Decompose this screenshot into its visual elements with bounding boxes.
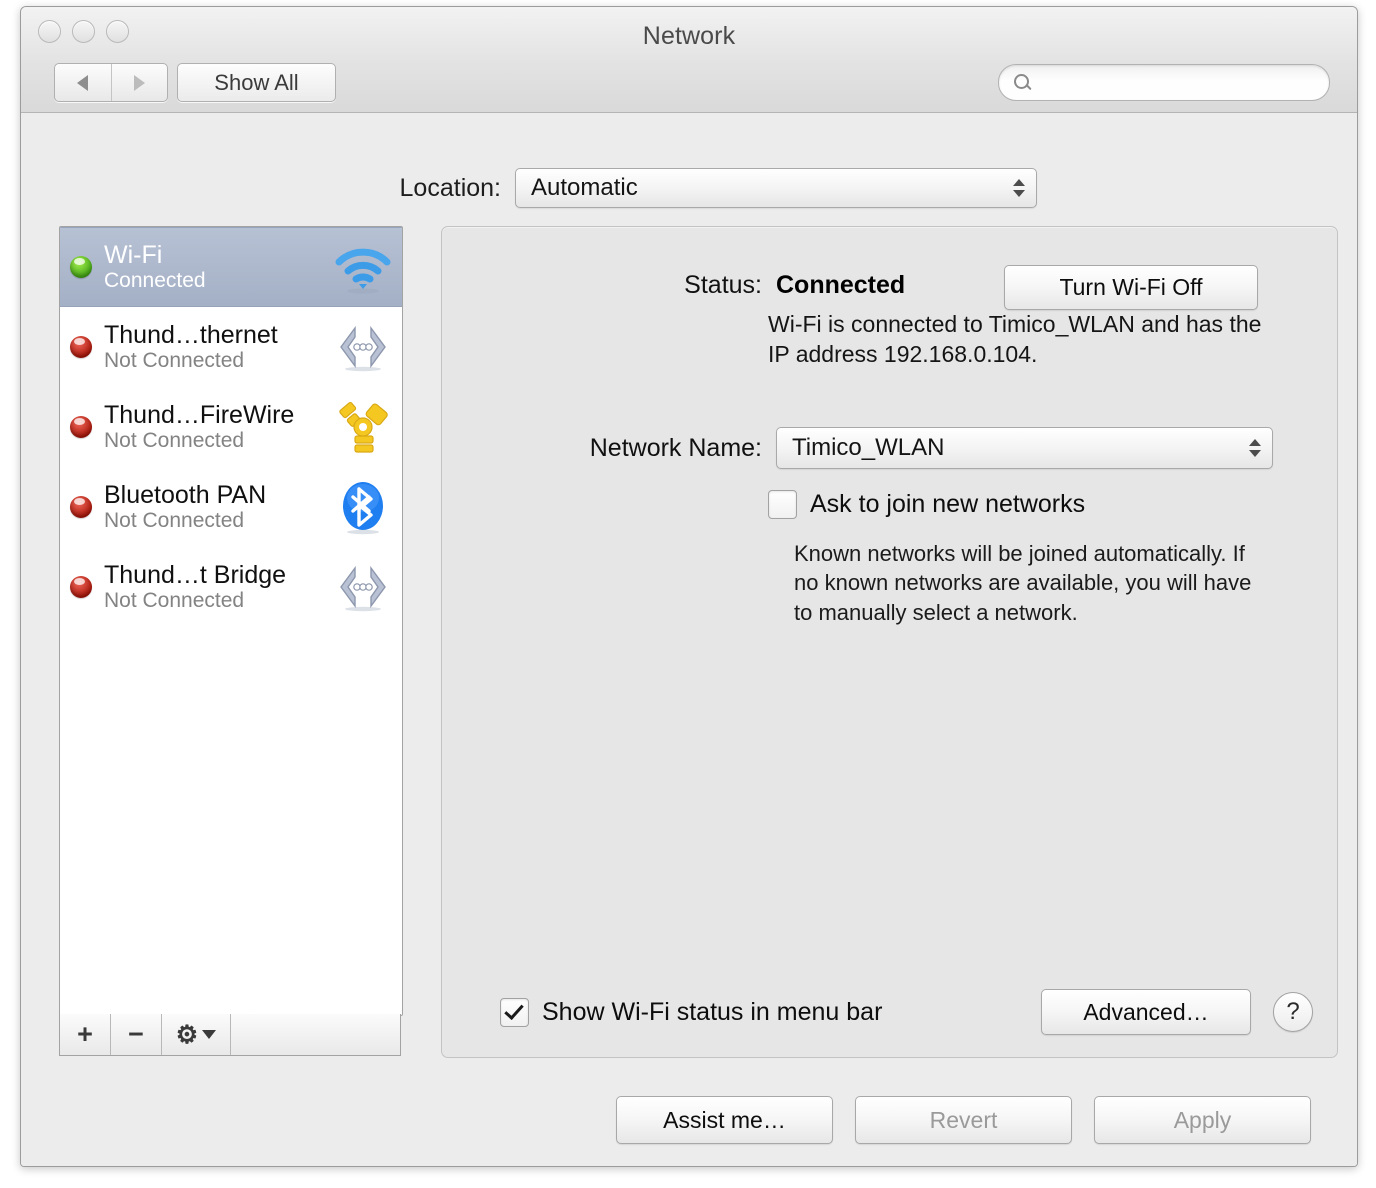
bluetooth-icon xyxy=(330,476,396,538)
ask-to-join-checkbox[interactable] xyxy=(768,490,797,519)
service-state: Connected xyxy=(104,269,206,293)
window-title: Network xyxy=(642,22,736,50)
service-text: Bluetooth PAN Not Connected xyxy=(104,481,330,533)
turn-wifi-off-button[interactable]: Turn Wi-Fi Off xyxy=(1004,265,1258,310)
service-text: Thund…thernet Not Connected xyxy=(104,321,330,373)
question-mark-icon: ? xyxy=(1286,998,1300,1025)
apply-button[interactable]: Apply xyxy=(1094,1096,1311,1144)
show-status-row[interactable]: Show Wi-Fi status in menu bar xyxy=(500,997,883,1027)
service-state: Not Connected xyxy=(104,349,245,373)
window-footer: Assist me… Revert Apply xyxy=(616,1096,1311,1144)
location-label: Location: xyxy=(399,173,501,202)
stepper-arrows-icon xyxy=(1249,439,1261,457)
assist-me-button[interactable]: Assist me… xyxy=(616,1096,833,1144)
service-name: Bluetooth PAN xyxy=(104,481,267,510)
show-all-label: Show All xyxy=(214,69,299,95)
search-field[interactable] xyxy=(998,64,1330,101)
service-row-thunderbolt-ethernet[interactable]: Thund…thernet Not Connected xyxy=(60,307,402,387)
show-wifi-status-checkbox[interactable] xyxy=(500,997,529,1027)
network-name-popup-button[interactable]: Timico_WLAN xyxy=(776,427,1273,469)
ask-to-join-help-text: Known networks will be joined automatica… xyxy=(794,541,1252,625)
network-preferences-window: Network Show All Location: Automatic Wi-… xyxy=(20,6,1358,1167)
stepper-arrows-icon xyxy=(1013,179,1025,197)
revert-button[interactable]: Revert xyxy=(855,1096,1072,1144)
add-service-button[interactable]: + xyxy=(60,1014,111,1055)
network-name-row: Network Name: Timico_WLAN xyxy=(442,427,1337,469)
panel-bottom-bar: Show Wi-Fi status in menu bar Advanced… … xyxy=(442,989,1337,1035)
show-all-button[interactable]: Show All xyxy=(177,63,336,102)
location-row: Location: Automatic xyxy=(21,168,1357,208)
network-name-value: Timico_WLAN xyxy=(792,434,945,461)
ask-to-join-label: Ask to join new networks xyxy=(810,490,1086,518)
service-actions-button[interactable]: ⚙ xyxy=(162,1014,231,1055)
service-state: Not Connected xyxy=(104,509,245,533)
turn-wifi-off-label: Turn Wi-Fi Off xyxy=(1059,274,1203,300)
status-indicator-red xyxy=(70,416,92,438)
wifi-icon xyxy=(330,236,396,298)
service-state: Not Connected xyxy=(104,429,245,453)
network-services-list[interactable]: Wi-Fi Connected Thund…thernet Not Connec… xyxy=(59,226,403,1016)
status-description: Wi-Fi is connected to Timico_WLAN and ha… xyxy=(768,311,1262,368)
assist-me-label: Assist me… xyxy=(663,1106,786,1133)
ethernet-icon xyxy=(330,556,396,618)
service-text: Thund…FireWire Not Connected xyxy=(104,401,330,453)
service-name: Thund…t Bridge xyxy=(104,561,287,590)
navigation-buttons xyxy=(54,63,168,102)
service-row-bluetooth-pan[interactable]: Bluetooth PAN Not Connected xyxy=(60,467,402,547)
location-popup-button[interactable]: Automatic xyxy=(515,168,1037,208)
service-row-thunderbolt-bridge[interactable]: Thund…t Bridge Not Connected xyxy=(60,547,402,627)
forward-arrow-icon xyxy=(133,74,145,91)
plus-icon: + xyxy=(77,1019,93,1049)
firewire-icon xyxy=(330,396,396,458)
window-titlebar: Network Show All xyxy=(21,7,1357,113)
apply-label: Apply xyxy=(1173,1106,1232,1133)
toolbar-filler xyxy=(231,1014,400,1055)
status-value: Connected xyxy=(776,271,906,299)
status-indicator-red xyxy=(70,496,92,518)
help-button[interactable]: ? xyxy=(1273,992,1313,1032)
service-name: Thund…thernet xyxy=(104,321,278,350)
remove-service-button[interactable]: − xyxy=(111,1014,162,1055)
preferences-content: Location: Automatic Wi-Fi Connected Thun… xyxy=(21,113,1357,1166)
minus-icon: − xyxy=(128,1019,144,1049)
service-name: Thund…FireWire xyxy=(104,401,295,430)
ask-to-join-row[interactable]: Ask to join new networks xyxy=(768,490,1085,519)
status-row: Status: Connected Turn Wi-Fi Off xyxy=(442,265,1337,310)
status-indicator-red xyxy=(70,336,92,358)
ethernet-icon xyxy=(330,316,396,378)
status-indicator-green xyxy=(70,256,92,278)
status-indicator-red xyxy=(70,576,92,598)
service-text: Wi-Fi Connected xyxy=(104,241,330,293)
location-value: Automatic xyxy=(531,174,638,201)
chevron-down-icon xyxy=(202,1030,217,1039)
back-arrow-icon xyxy=(77,74,89,91)
wifi-settings-panel: Status: Connected Turn Wi-Fi Off Wi-Fi i… xyxy=(441,226,1338,1058)
service-rows: Wi-Fi Connected Thund…thernet Not Connec… xyxy=(60,227,402,627)
service-row-thunderbolt-firewire[interactable]: Thund…FireWire Not Connected xyxy=(60,387,402,467)
search-icon xyxy=(1013,73,1033,93)
advanced-button[interactable]: Advanced… xyxy=(1041,989,1251,1035)
service-text: Thund…t Bridge Not Connected xyxy=(104,561,330,613)
show-wifi-status-label: Show Wi-Fi status in menu bar xyxy=(542,997,883,1026)
advanced-label: Advanced… xyxy=(1083,998,1209,1025)
network-name-label: Network Name: xyxy=(589,433,762,462)
back-button[interactable] xyxy=(55,64,111,101)
service-state: Not Connected xyxy=(104,589,245,613)
forward-button[interactable] xyxy=(110,64,168,101)
service-list-toolbar: + − ⚙ xyxy=(59,1014,401,1056)
service-name: Wi-Fi xyxy=(104,241,163,270)
service-row-wifi[interactable]: Wi-Fi Connected xyxy=(60,227,402,307)
status-label: Status: xyxy=(684,271,762,299)
search-input[interactable] xyxy=(1039,71,1317,94)
revert-label: Revert xyxy=(929,1106,998,1133)
gear-icon: ⚙ xyxy=(175,1020,199,1049)
